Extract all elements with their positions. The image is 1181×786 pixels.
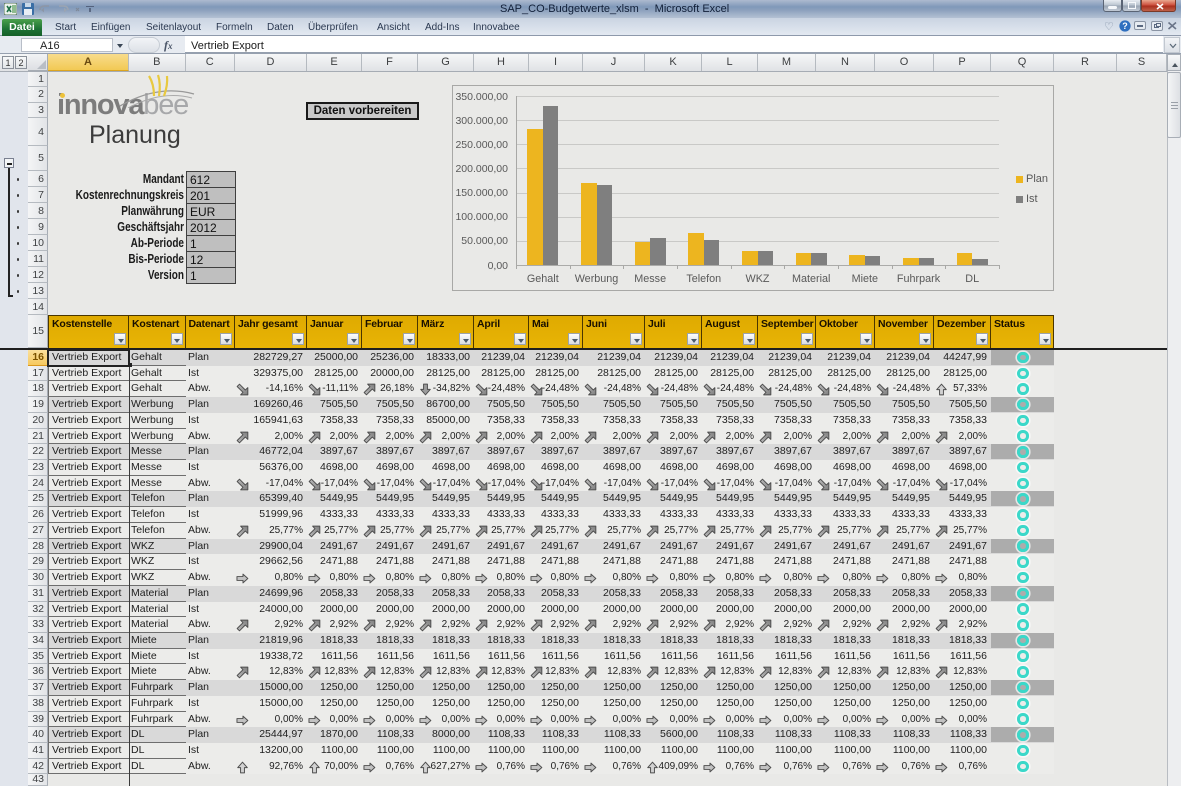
svg-text:?: ? xyxy=(1122,21,1128,31)
